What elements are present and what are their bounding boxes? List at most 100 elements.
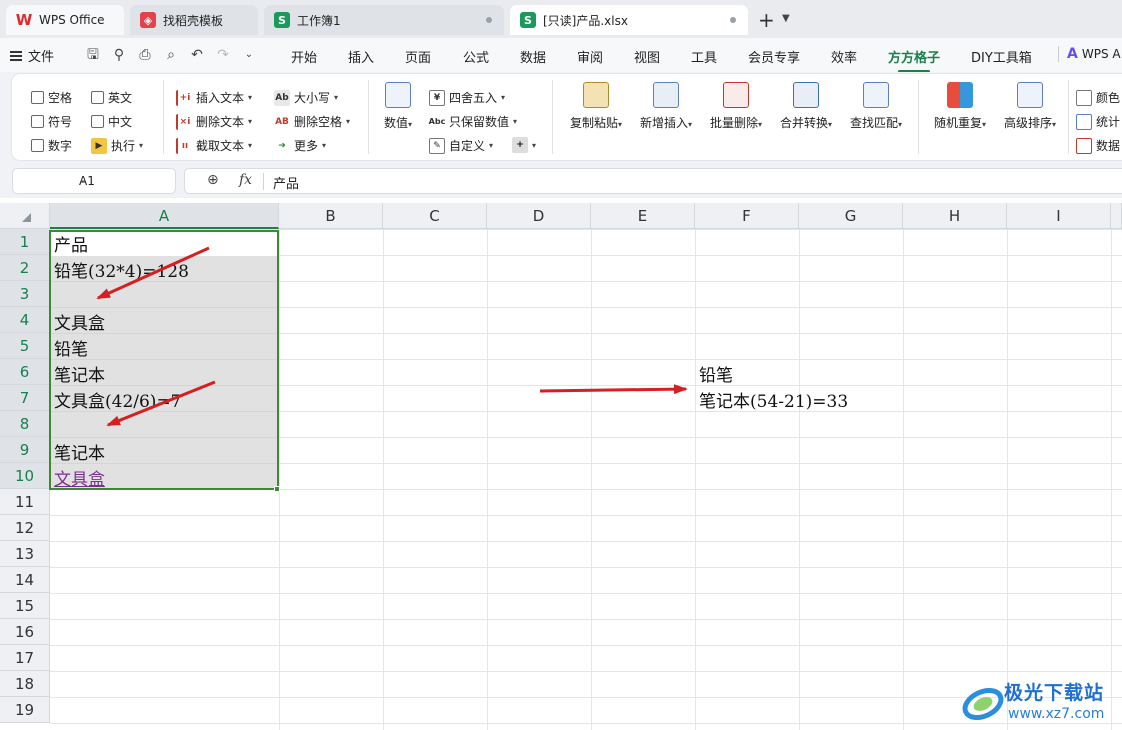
- copy-paste-button[interactable]: 复制粘贴▾: [560, 80, 632, 131]
- cell-f7[interactable]: 笔记本(54-21)=33: [699, 387, 848, 412]
- column-header-g[interactable]: G: [799, 203, 903, 229]
- chevron-down-icon[interactable]: ⌄: [79, 174, 167, 185]
- execute-button[interactable]: ▶ 执行 ▾: [91, 137, 143, 154]
- batch-delete-button[interactable]: 批量删除▾: [700, 80, 772, 131]
- row-header-17[interactable]: 17: [0, 645, 50, 671]
- menu-diy-toolbox[interactable]: DIY工具箱: [971, 47, 1032, 66]
- column-header-c[interactable]: C: [383, 203, 487, 229]
- menu-efficiency[interactable]: 效率: [831, 47, 857, 66]
- checkbox-number[interactable]: 数字: [31, 137, 72, 154]
- more-button[interactable]: ➜ 更多 ▾: [274, 137, 326, 154]
- delete-text-button[interactable]: ×i 删除文本 ▾: [176, 113, 252, 130]
- row-header-5[interactable]: 5: [0, 333, 50, 359]
- row-header-12[interactable]: 12: [0, 515, 50, 541]
- wps-ai-button[interactable]: A WPS A: [1058, 46, 1121, 62]
- case-button[interactable]: Ab 大小写 ▾: [274, 89, 338, 106]
- tab-product-xlsx[interactable]: S [只读]产品.xlsx: [510, 5, 748, 35]
- print-preview-icon[interactable]: ⌕: [162, 46, 180, 64]
- plus-menu-button[interactable]: + ▾: [512, 137, 536, 153]
- row-header-1[interactable]: 1: [0, 229, 50, 255]
- cell-f6[interactable]: 铅笔: [699, 361, 733, 386]
- checkbox-symbol[interactable]: 符号: [31, 113, 72, 130]
- chevron-down-icon[interactable]: ▼: [782, 13, 790, 24]
- menu-page[interactable]: 页面: [405, 47, 431, 66]
- cell-a4[interactable]: 文具盒: [54, 309, 105, 334]
- menu-insert[interactable]: 插入: [348, 47, 374, 66]
- menu-view[interactable]: 视图: [634, 47, 660, 66]
- column-header-partial[interactable]: [1111, 203, 1122, 229]
- save-icon[interactable]: 🖫: [84, 46, 102, 64]
- row-header-9[interactable]: 9: [0, 437, 50, 463]
- merge-convert-button[interactable]: 合并转换▾: [770, 80, 842, 131]
- row-header-16[interactable]: 16: [0, 619, 50, 645]
- zoom-icon[interactable]: ⊕: [207, 172, 219, 188]
- menu-review[interactable]: 审阅: [577, 47, 603, 66]
- column-header-i[interactable]: I: [1007, 203, 1111, 229]
- tab-workbook1[interactable]: S 工作簿1: [264, 5, 504, 35]
- row-header-10[interactable]: 10: [0, 463, 50, 489]
- cell-a6[interactable]: 笔记本: [54, 361, 105, 386]
- cell-a10[interactable]: 文具盒: [54, 465, 105, 490]
- new-insert-button[interactable]: 新增插入▾: [630, 80, 702, 131]
- print-icon[interactable]: ⎙: [136, 46, 154, 64]
- keep-number-button[interactable]: Abc 只保留数值 ▾: [429, 113, 517, 130]
- column-header-a[interactable]: A: [50, 203, 279, 229]
- file-menu-button[interactable]: 文件: [10, 46, 54, 65]
- menu-formula[interactable]: 公式: [463, 47, 489, 66]
- row-header-8[interactable]: 8: [0, 411, 50, 437]
- row-header-19[interactable]: 19: [0, 697, 50, 723]
- advanced-sort-button[interactable]: 高级排序▾: [994, 80, 1066, 131]
- row-header-15[interactable]: 15: [0, 593, 50, 619]
- cell-a9[interactable]: 笔记本: [54, 439, 105, 464]
- cell-a7[interactable]: 文具盒(42/6)=7: [54, 387, 182, 412]
- remove-space-button[interactable]: AB 删除空格 ▾: [274, 113, 350, 130]
- find-match-button[interactable]: 查找匹配▾: [840, 80, 912, 131]
- color-button[interactable]: 颜色: [1076, 89, 1120, 106]
- name-box[interactable]: A1 ⌄: [12, 168, 176, 194]
- menu-member[interactable]: 会员专享: [748, 47, 800, 66]
- stats-button[interactable]: 统计: [1076, 113, 1120, 130]
- column-header-b[interactable]: B: [279, 203, 383, 229]
- row-header-2[interactable]: 2: [0, 255, 50, 281]
- row-header-6[interactable]: 6: [0, 359, 50, 385]
- number-button[interactable]: 数值▾: [364, 80, 432, 131]
- checkbox-english[interactable]: 英文: [91, 89, 132, 106]
- select-all-corner[interactable]: [0, 203, 50, 229]
- formula-input[interactable]: ⊕ fx 产品: [184, 168, 1122, 194]
- data-button[interactable]: 数据: [1076, 137, 1120, 154]
- cell-a1[interactable]: 产品: [54, 231, 88, 256]
- menu-data[interactable]: 数据: [520, 47, 546, 66]
- tab-wps-office[interactable]: W WPS Office: [6, 5, 124, 35]
- column-header-e[interactable]: E: [591, 203, 695, 229]
- menu-tools[interactable]: 工具: [691, 47, 717, 66]
- new-tab-button[interactable]: +: [758, 8, 775, 32]
- row-header-3[interactable]: 3: [0, 281, 50, 307]
- row-header-7[interactable]: 7: [0, 385, 50, 411]
- column-header-h[interactable]: H: [903, 203, 1007, 229]
- row-header-4[interactable]: 4: [0, 307, 50, 333]
- menu-fangfang[interactable]: 方方格子: [888, 47, 940, 73]
- insert-text-button[interactable]: +i 插入文本 ▾: [176, 89, 252, 106]
- undo-icon[interactable]: ↶: [188, 46, 206, 64]
- row-header-18[interactable]: 18: [0, 671, 50, 697]
- redo-icon[interactable]: ↷: [214, 46, 232, 64]
- row-header-11[interactable]: 11: [0, 489, 50, 515]
- checkbox-chinese[interactable]: 中文: [91, 113, 132, 130]
- row-header-13[interactable]: 13: [0, 541, 50, 567]
- cell-a5[interactable]: 铅笔: [54, 335, 88, 360]
- fx-icon[interactable]: fx: [239, 172, 252, 188]
- row-header-14[interactable]: 14: [0, 567, 50, 593]
- fill-handle[interactable]: [274, 486, 280, 492]
- tab-template[interactable]: ◈ 找稻壳模板: [130, 5, 258, 35]
- cell-a2[interactable]: 铅笔(32*4)=128: [54, 257, 189, 282]
- checkbox-space[interactable]: 空格: [31, 89, 72, 106]
- menu-start[interactable]: 开始: [291, 47, 317, 66]
- extract-text-button[interactable]: ıı 截取文本 ▾: [176, 137, 252, 154]
- share-icon[interactable]: ⚲: [110, 46, 128, 64]
- random-repeat-button[interactable]: 随机重复▾: [924, 80, 996, 131]
- custom-button[interactable]: ✎ 自定义 ▾: [429, 137, 493, 154]
- column-header-d[interactable]: D: [487, 203, 591, 229]
- round-button[interactable]: ¥ 四舍五入 ▾: [429, 89, 505, 106]
- formula-content[interactable]: 产品: [273, 173, 299, 192]
- column-header-f[interactable]: F: [695, 203, 799, 229]
